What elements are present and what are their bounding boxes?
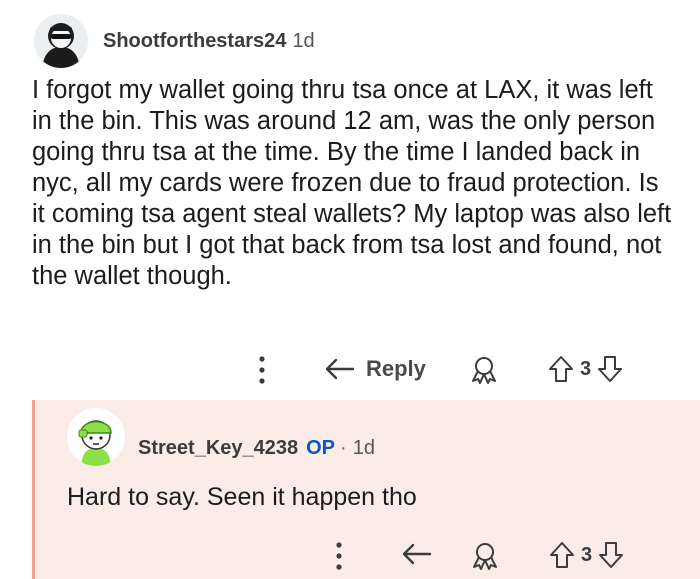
avatar-icon xyxy=(67,408,125,466)
vote-count: 3 xyxy=(580,357,592,380)
vote-group: 3 xyxy=(548,355,623,383)
more-options-button[interactable] xyxy=(252,352,272,388)
award-icon xyxy=(472,357,496,384)
vote-group: 3 xyxy=(549,541,624,569)
reply-arrow-icon xyxy=(325,358,355,380)
op-badge: OP xyxy=(306,437,336,459)
reply-comment: Street_Key_4238 OP · 1d Hard to say. Seen i… xyxy=(32,400,700,579)
comment-actions: Reply 3 xyxy=(0,350,700,390)
reply-arrow-icon xyxy=(402,543,432,565)
award-button[interactable] xyxy=(469,355,499,385)
avatar[interactable] xyxy=(67,408,125,466)
comment-author-line: Shootforthestars24 1d xyxy=(103,30,315,53)
reply-body: Hard to say. Seen it happen tho xyxy=(67,483,417,511)
reply-actions: 3 xyxy=(35,536,700,576)
reply-author-line: Street_Key_4238 OP · 1d xyxy=(138,437,375,460)
downvote-arrow-icon[interactable] xyxy=(597,355,623,383)
upvote-arrow-icon[interactable] xyxy=(548,355,574,383)
upvote-arrow-icon[interactable] xyxy=(549,541,575,569)
reply-button[interactable] xyxy=(401,542,433,566)
more-vertical-icon xyxy=(259,356,265,384)
award-icon xyxy=(473,543,497,570)
reply-age: 1d xyxy=(352,437,375,459)
author-name[interactable]: Street_Key_4238 xyxy=(138,437,298,459)
author-name[interactable]: Shootforthestars24 xyxy=(103,30,286,52)
comment-age: 1d xyxy=(292,30,315,52)
more-options-button[interactable] xyxy=(329,538,349,574)
vote-count: 3 xyxy=(581,543,593,566)
downvote-arrow-icon[interactable] xyxy=(598,541,624,569)
separator-dot: · xyxy=(340,437,347,459)
comment-body: I forgot my wallet going thru tsa once a… xyxy=(32,76,672,290)
reply-button[interactable]: Reply xyxy=(324,356,426,382)
avatar[interactable] xyxy=(34,14,88,68)
comment: Shootforthestars24 1d I forgot my wallet … xyxy=(0,0,700,400)
reply-label: Reply xyxy=(366,356,426,381)
avatar-icon xyxy=(34,14,88,68)
award-button[interactable] xyxy=(470,541,500,571)
more-vertical-icon xyxy=(336,542,342,570)
